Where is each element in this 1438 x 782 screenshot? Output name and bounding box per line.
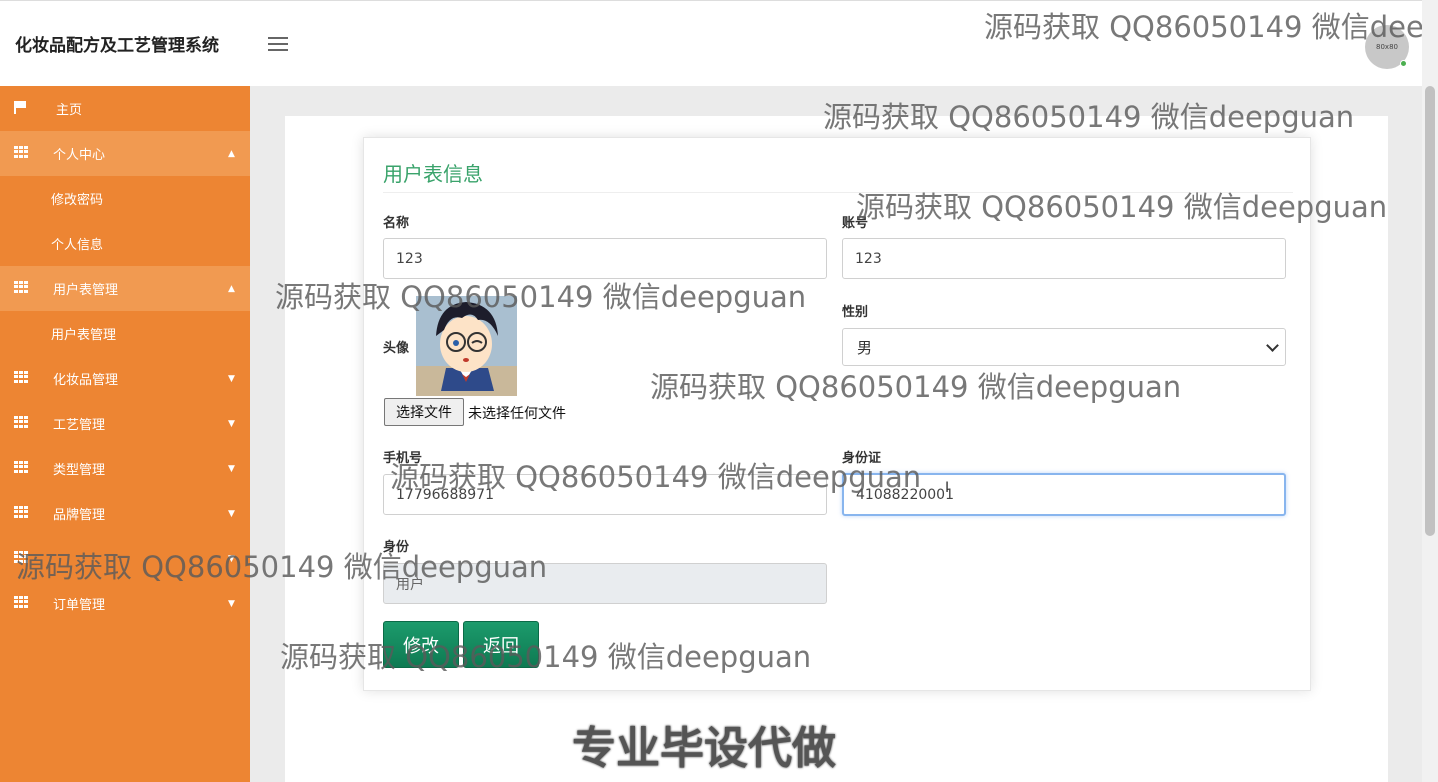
avatar-placeholder-text: 80x80 [1376,43,1398,51]
submit-button[interactable]: 修改 [383,621,459,668]
chevron-down-icon: ▼ [228,418,235,429]
sidebar-item-user-table[interactable]: 用户表管理 ▲ [0,266,250,311]
user-avatar[interactable]: 80x80 [1365,25,1409,69]
sidebar-subitem-personal-info[interactable]: 个人信息 [0,221,250,266]
phone-input[interactable] [383,474,827,515]
sidebar-item-label: 订单管理 [53,598,106,613]
grid-icon [14,416,28,428]
back-button[interactable]: 返回 [463,621,539,668]
name-label: 名称 [383,216,410,231]
sidebar-item-label: 主页 [56,103,83,118]
banner-watermark: 专业毕设代做 [571,722,837,775]
sidebar-item-brand[interactable]: 品牌管理 ▼ [0,491,250,536]
grid-icon [14,461,28,473]
account-input[interactable] [842,238,1286,279]
id-card-input[interactable] [842,473,1286,516]
name-input[interactable] [383,238,827,279]
sidebar-item-home[interactable]: 主页 [0,86,250,131]
role-input [383,563,827,604]
sidebar-item-type[interactable]: 类型管理 ▼ [0,446,250,491]
sidebar-item-label: 工艺管理 [53,418,106,433]
role-label: 身份 [383,540,410,555]
chevron-down-icon: ▼ [228,463,235,474]
sidebar-item-process[interactable]: 工艺管理 ▼ [0,401,250,446]
gender-label: 性别 [842,305,869,320]
sidebar-item-hidden[interactable]: ▼ [0,536,250,581]
grid-icon [14,146,28,158]
sidebar-item-label: 化妆品管理 [53,373,119,388]
grid-icon [14,281,28,293]
sidebar-subitem-change-password[interactable]: 修改密码 [0,176,250,221]
sidebar-subitem-user-table[interactable]: 用户表管理 [0,311,250,356]
flag-icon [14,101,28,114]
chevron-down-icon: ▼ [228,598,235,609]
form-title: 用户表信息 [383,162,483,186]
id-card-label: 身份证 [842,451,882,466]
phone-label: 手机号 [383,451,423,466]
online-status-dot [1400,60,1407,67]
file-status-text: 未选择任何文件 [468,406,566,422]
gender-selected-value: 男 [857,338,873,357]
top-header: 化妆品配方及工艺管理系统 80x80 [0,0,1422,86]
sidebar-item-label: 个人中心 [53,148,106,163]
menu-toggle-icon[interactable] [268,37,288,53]
chevron-down-icon: ▼ [228,508,235,519]
scrollbar-thumb[interactable] [1425,86,1435,536]
divider [383,192,1293,193]
sidebar-item-label: 品牌管理 [53,508,106,523]
app-title: 化妆品配方及工艺管理系统 [15,36,219,56]
text-cursor-icon: I [945,480,950,496]
sidebar-item-label: 用户表管理 [53,283,119,298]
chevron-down-icon: ▼ [228,373,235,384]
sidebar: 主页 个人中心 ▲ 修改密码 个人信息 用户表管理 ▲ 用户表管理 化妆品管理 … [0,86,250,782]
account-label: 账号 [842,216,869,231]
grid-icon [14,371,28,383]
gender-select[interactable]: 男 [842,328,1286,366]
grid-icon [14,596,28,608]
sidebar-item-cosmetics[interactable]: 化妆品管理 ▼ [0,356,250,401]
sidebar-item-orders[interactable]: 订单管理 ▼ [0,581,250,626]
grid-icon [14,506,28,518]
chevron-up-icon: ▲ [228,148,235,159]
chevron-down-icon [1266,339,1279,352]
avatar-label: 头像 [383,341,410,356]
grid-icon [14,551,28,563]
chevron-up-icon: ▲ [228,283,235,294]
sidebar-item-label: 类型管理 [53,463,106,478]
choose-file-button[interactable]: 选择文件 [384,398,464,426]
avatar-image [416,296,517,396]
chevron-down-icon: ▼ [228,553,235,564]
user-form-card: 用户表信息 名称 账号 头像 选择文件 未选择任何文件 性别 男 手机号 身份证… [363,137,1311,691]
sidebar-item-personal-center[interactable]: 个人中心 ▲ [0,131,250,176]
